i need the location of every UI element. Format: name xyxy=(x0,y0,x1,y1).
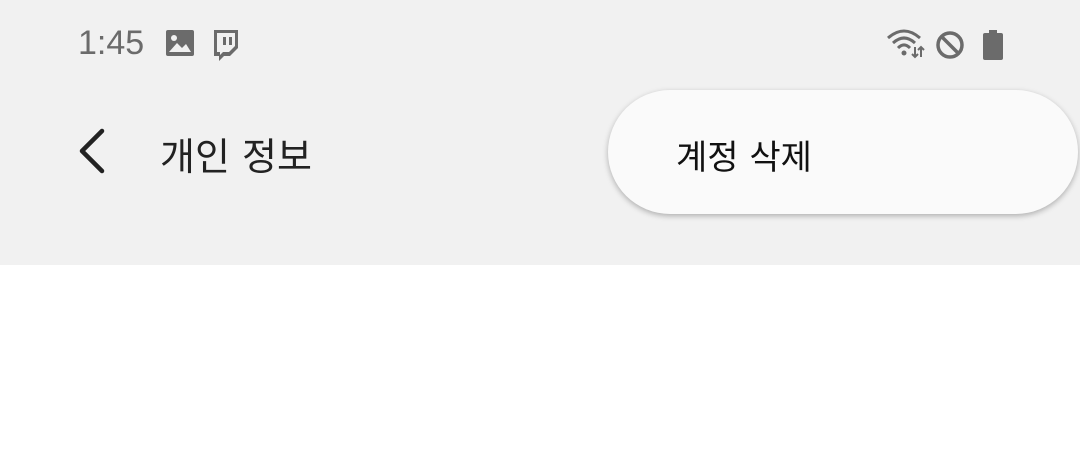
content-area xyxy=(0,265,1080,460)
back-button[interactable] xyxy=(62,120,122,186)
top-app-bar: 1:45 개인 정보 계정 삭제 xyxy=(0,0,1080,265)
wifi-icon xyxy=(886,28,926,64)
gallery-icon xyxy=(165,28,195,62)
status-time: 1:45 xyxy=(78,24,145,62)
status-bar: 1:45 xyxy=(0,0,1080,90)
battery-icon xyxy=(981,29,1005,65)
menu-item-delete-account[interactable]: 계정 삭제 xyxy=(676,130,812,179)
page-title: 개인 정보 xyxy=(160,135,312,179)
do-not-disturb-icon xyxy=(934,29,966,65)
popup-menu: 계정 삭제 xyxy=(608,90,1078,214)
twitch-icon xyxy=(210,28,242,66)
chevron-left-icon xyxy=(74,127,110,179)
screen: 1:45 개인 정보 계정 삭제 xyxy=(0,0,1080,460)
